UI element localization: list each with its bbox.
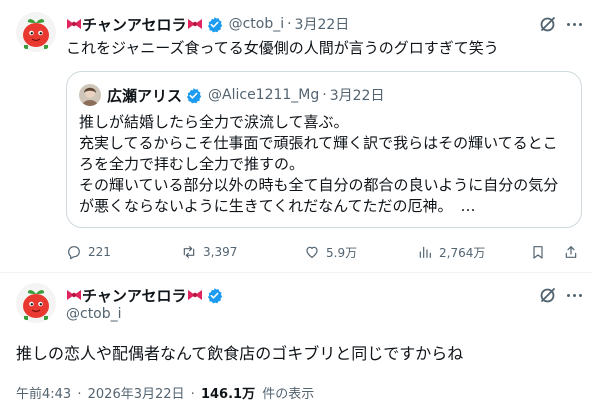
quoted-tweet[interactable]: 広瀬アリス @Alice1211_Mg · 3月22日 推しが結婚したら全力で涙… [66,71,582,228]
avatar [79,84,101,106]
bow-icon [67,290,81,300]
reply-count: 221 [88,245,111,259]
tweet-time[interactable]: 午前4:43 [16,387,71,402]
timestamp[interactable]: 3月22日 [295,14,350,34]
grok-icon[interactable] [538,14,558,34]
like-count: 5.9万 [326,245,358,260]
views-button[interactable]: 2,764万 [417,242,485,262]
separator-dot: · [190,387,195,402]
separator-dot: · [77,387,82,402]
avatar[interactable] [16,12,56,52]
quote-line-last: が悪くならないように生きてくれだなんてただの厄神。 [79,197,453,215]
views-count: 2,764万 [439,245,486,260]
divider [0,272,592,273]
retweet-button[interactable]: 3,397 [181,242,237,262]
handle: @Alice1211_Mg [208,87,320,103]
display-name[interactable]: チャンアセロラ [82,14,187,35]
bow-icon [187,19,202,29]
display-name[interactable]: チャンアセロラ [82,285,187,306]
views-count: 146.1万 [200,387,256,402]
views-label: 件の表示 [262,387,315,402]
bookmark-icon [533,246,543,259]
quote-author-row: 広瀬アリス @Alice1211_Mg · 3月22日 [107,85,384,105]
verified-icon [207,16,222,32]
handle[interactable]: @ctob_i [229,16,285,32]
verified-icon [186,87,202,103]
quote-text: 推しが結婚したら全力で涙流して喜ぶ。 充実してるからこそ仕事面で頑張れて輝く訳で… [79,112,558,217]
bow-icon [187,290,202,300]
separator-dot: · [287,16,292,32]
retweet-count: 3,397 [203,245,238,259]
display-name: 広瀬アリス [107,86,183,105]
more-icon[interactable] [564,285,584,305]
like-button[interactable]: 5.9万 [304,242,357,262]
bow-icon [67,19,81,29]
retweet-icon [183,246,195,258]
author-row: チャンアセロラ @ctob_i · 3月22日 [66,14,349,34]
grok-icon[interactable] [538,285,558,305]
share-icon [565,246,577,258]
handle[interactable]: @ctob_i [66,306,122,322]
verified-icon [207,287,222,303]
more-icon[interactable] [564,14,584,34]
quote-line: その輝いている部分以外の時も全て自分の都合の良いように自分の気分 [79,176,559,194]
ellipsis: … [460,197,476,215]
heart-icon [306,246,318,258]
reply-icon [68,246,80,260]
quote-line: が悪くならないように生きてくれだなんてただの厄神。 … [79,196,558,217]
quote-line: 充実してるからこそ仕事面で頑張れて輝く訳で我らはその輝いてるとこ [79,134,558,152]
quote-line: 推しが結婚したら全力で涙流して喜ぶ。 [79,113,349,131]
share-button[interactable] [563,242,579,262]
tweet-date[interactable]: 2026年3月22日 [88,387,185,402]
separator-dot: · [322,87,327,103]
tweet-meta: 午前4:43 · 2026年3月22日 · 146.1万 件の表示 [16,383,314,402]
tweet-text: 推しの恋人や配偶者なんて飲食店のゴキブリと同じですからね [16,344,464,363]
reply-button[interactable]: 221 [66,242,111,262]
views-icon [419,246,431,258]
avatar[interactable] [16,283,56,323]
action-bar: 221 3,397 5.9万 2,764万 [66,242,582,262]
tweet-text: これをジャニーズ食ってる女優側の人間が言うのグロすぎて笑う [66,39,499,57]
timestamp: 3月22日 [329,88,385,104]
quote-line: ろを全力で拝むし全力で推すの。 [79,155,305,173]
author-row: チャンアセロラ [66,285,223,305]
bookmark-button[interactable] [530,242,546,262]
